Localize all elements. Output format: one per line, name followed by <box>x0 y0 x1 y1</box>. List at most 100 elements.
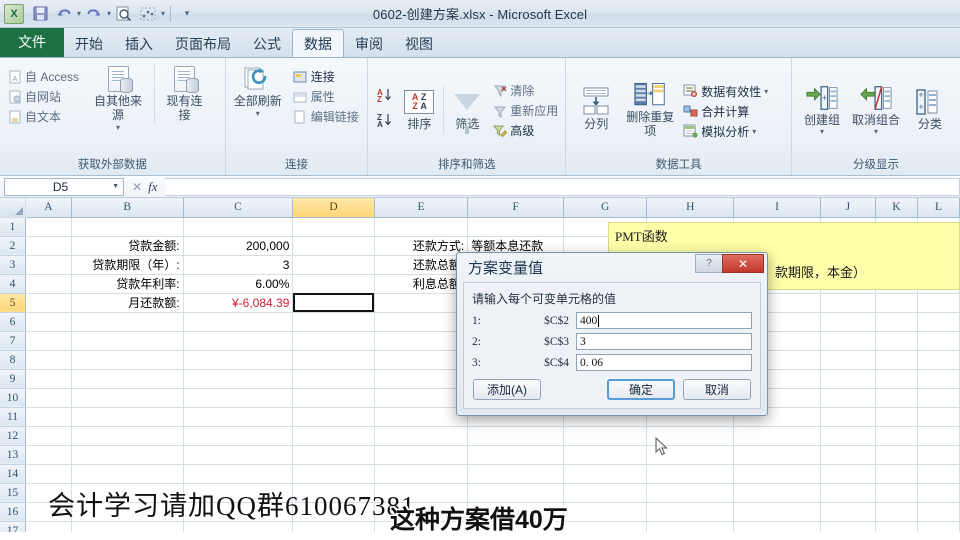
cell-B11[interactable] <box>71 407 184 427</box>
row-header-4[interactable]: 4 <box>0 274 26 294</box>
cell-C7[interactable] <box>183 331 294 351</box>
cell-J12[interactable] <box>820 426 876 446</box>
column-header-k[interactable]: K <box>875 198 918 218</box>
refresh-all-dropdown-icon[interactable]: ▾ <box>256 109 260 118</box>
cell-L12[interactable] <box>917 426 960 446</box>
cell-K17[interactable] <box>875 521 918 532</box>
cell-K6[interactable] <box>875 312 918 332</box>
cell-G13[interactable] <box>563 445 648 465</box>
cell-B12[interactable] <box>71 426 184 446</box>
cell-A8[interactable] <box>25 350 72 370</box>
cell-K12[interactable] <box>875 426 918 446</box>
cell-B13[interactable] <box>71 445 184 465</box>
column-header-b[interactable]: B <box>71 198 184 218</box>
cell-B10[interactable] <box>71 388 184 408</box>
column-header-e[interactable]: E <box>374 198 469 218</box>
cell-H14[interactable] <box>646 464 735 484</box>
select-all-corner[interactable] <box>0 198 26 218</box>
cell-D9[interactable] <box>292 369 375 389</box>
cell-B1[interactable] <box>71 217 184 237</box>
name-box-dropdown-icon[interactable]: ▼ <box>112 183 119 190</box>
row-header-5[interactable]: 5 <box>0 293 26 313</box>
cmd-from-other-sources[interactable]: 自其他来源 ▾ <box>90 63 146 133</box>
cell-D12[interactable] <box>292 426 375 446</box>
cell-B3[interactable]: 贷款期限（年）: <box>71 255 184 275</box>
cell-E7[interactable] <box>374 331 469 351</box>
cell-D7[interactable] <box>292 331 375 351</box>
cell-G15[interactable] <box>563 483 648 503</box>
tab-page-layout[interactable]: 页面布局 <box>164 31 242 57</box>
row-header-2[interactable]: 2 <box>0 236 26 256</box>
tab-view[interactable]: 视图 <box>394 31 444 57</box>
cell-J15[interactable] <box>820 483 876 503</box>
cell-K7[interactable] <box>875 331 918 351</box>
cancel-button[interactable]: 取消 <box>683 379 751 400</box>
cell-I13[interactable] <box>733 445 821 465</box>
column-header-l[interactable]: L <box>917 198 960 218</box>
cell-C3[interactable]: 3 <box>183 255 294 275</box>
cell-A14[interactable] <box>25 464 72 484</box>
cell-A10[interactable] <box>25 388 72 408</box>
cell-J16[interactable] <box>820 502 876 522</box>
cell-G16[interactable] <box>563 502 648 522</box>
dialog-window-buttons[interactable]: ? ✕ <box>695 254 764 273</box>
cell-E8[interactable] <box>374 350 469 370</box>
table-row[interactable]: 14 <box>0 464 960 484</box>
scenario-value-input-2[interactable]: 3 <box>576 333 752 350</box>
column-header-row[interactable]: A B C D E F G H I J K L <box>0 198 960 218</box>
sort-descending-icon[interactable]: ZA <box>375 112 393 133</box>
row-header-17[interactable]: 17 <box>0 521 26 532</box>
row-header-14[interactable]: 14 <box>0 464 26 484</box>
cell-J9[interactable] <box>820 369 876 389</box>
row-header-9[interactable]: 9 <box>0 369 26 389</box>
cell-E13[interactable] <box>374 445 469 465</box>
cell-L11[interactable] <box>917 407 960 427</box>
cell-A1[interactable] <box>25 217 72 237</box>
row-header-15[interactable]: 15 <box>0 483 26 503</box>
scenario-value-input-1[interactable]: 400 <box>576 312 752 329</box>
cell-E1[interactable] <box>374 217 469 237</box>
tab-file[interactable]: 文件 <box>0 27 64 57</box>
cell-C13[interactable] <box>183 445 294 465</box>
tab-data[interactable]: 数据 <box>292 29 344 57</box>
cell-J10[interactable] <box>820 388 876 408</box>
cmd-group[interactable]: + 创建组 ▾ <box>796 82 848 138</box>
cell-I16[interactable] <box>733 502 821 522</box>
cell-C2[interactable]: 200,000 <box>183 236 294 256</box>
cell-B2[interactable]: 贷款金额: <box>71 236 184 256</box>
row-header-3[interactable]: 3 <box>0 255 26 275</box>
cell-L10[interactable] <box>917 388 960 408</box>
data-validation-dropdown-icon[interactable]: ▾ <box>764 87 768 96</box>
formula-bar[interactable]: D5 ▼ ✕ fx <box>0 176 960 198</box>
cell-L9[interactable] <box>917 369 960 389</box>
scenario-value-input-3[interactable]: 0. 06 <box>576 354 752 371</box>
cmd-connections[interactable]: 连接 <box>290 67 362 86</box>
row-header-13[interactable]: 13 <box>0 445 26 465</box>
cell-J7[interactable] <box>820 331 876 351</box>
cell-J13[interactable] <box>820 445 876 465</box>
ok-button[interactable]: 确定 <box>607 379 675 400</box>
cell-F1[interactable] <box>467 217 565 237</box>
row-header-11[interactable]: 11 <box>0 407 26 427</box>
cell-E2[interactable]: 还款方式: <box>374 236 469 256</box>
cell-C1[interactable] <box>183 217 294 237</box>
cell-H15[interactable] <box>646 483 735 503</box>
cell-C14[interactable] <box>183 464 294 484</box>
cell-I15[interactable] <box>733 483 821 503</box>
cell-J8[interactable] <box>820 350 876 370</box>
cell-I14[interactable] <box>733 464 821 484</box>
cell-D13[interactable] <box>292 445 375 465</box>
cell-D4[interactable] <box>292 274 375 294</box>
cell-K5[interactable] <box>875 293 918 313</box>
cell-E11[interactable] <box>374 407 469 427</box>
group-dropdown-icon[interactable]: ▾ <box>820 127 824 136</box>
column-header-g[interactable]: G <box>563 198 648 218</box>
cell-E10[interactable] <box>374 388 469 408</box>
row-header-12[interactable]: 12 <box>0 426 26 446</box>
row-header-6[interactable]: 6 <box>0 312 26 332</box>
cell-K13[interactable] <box>875 445 918 465</box>
cell-E5[interactable] <box>374 293 469 313</box>
cell-L5[interactable] <box>917 293 960 313</box>
cmd-properties[interactable]: 属性 <box>290 87 362 106</box>
cell-E14[interactable] <box>374 464 469 484</box>
